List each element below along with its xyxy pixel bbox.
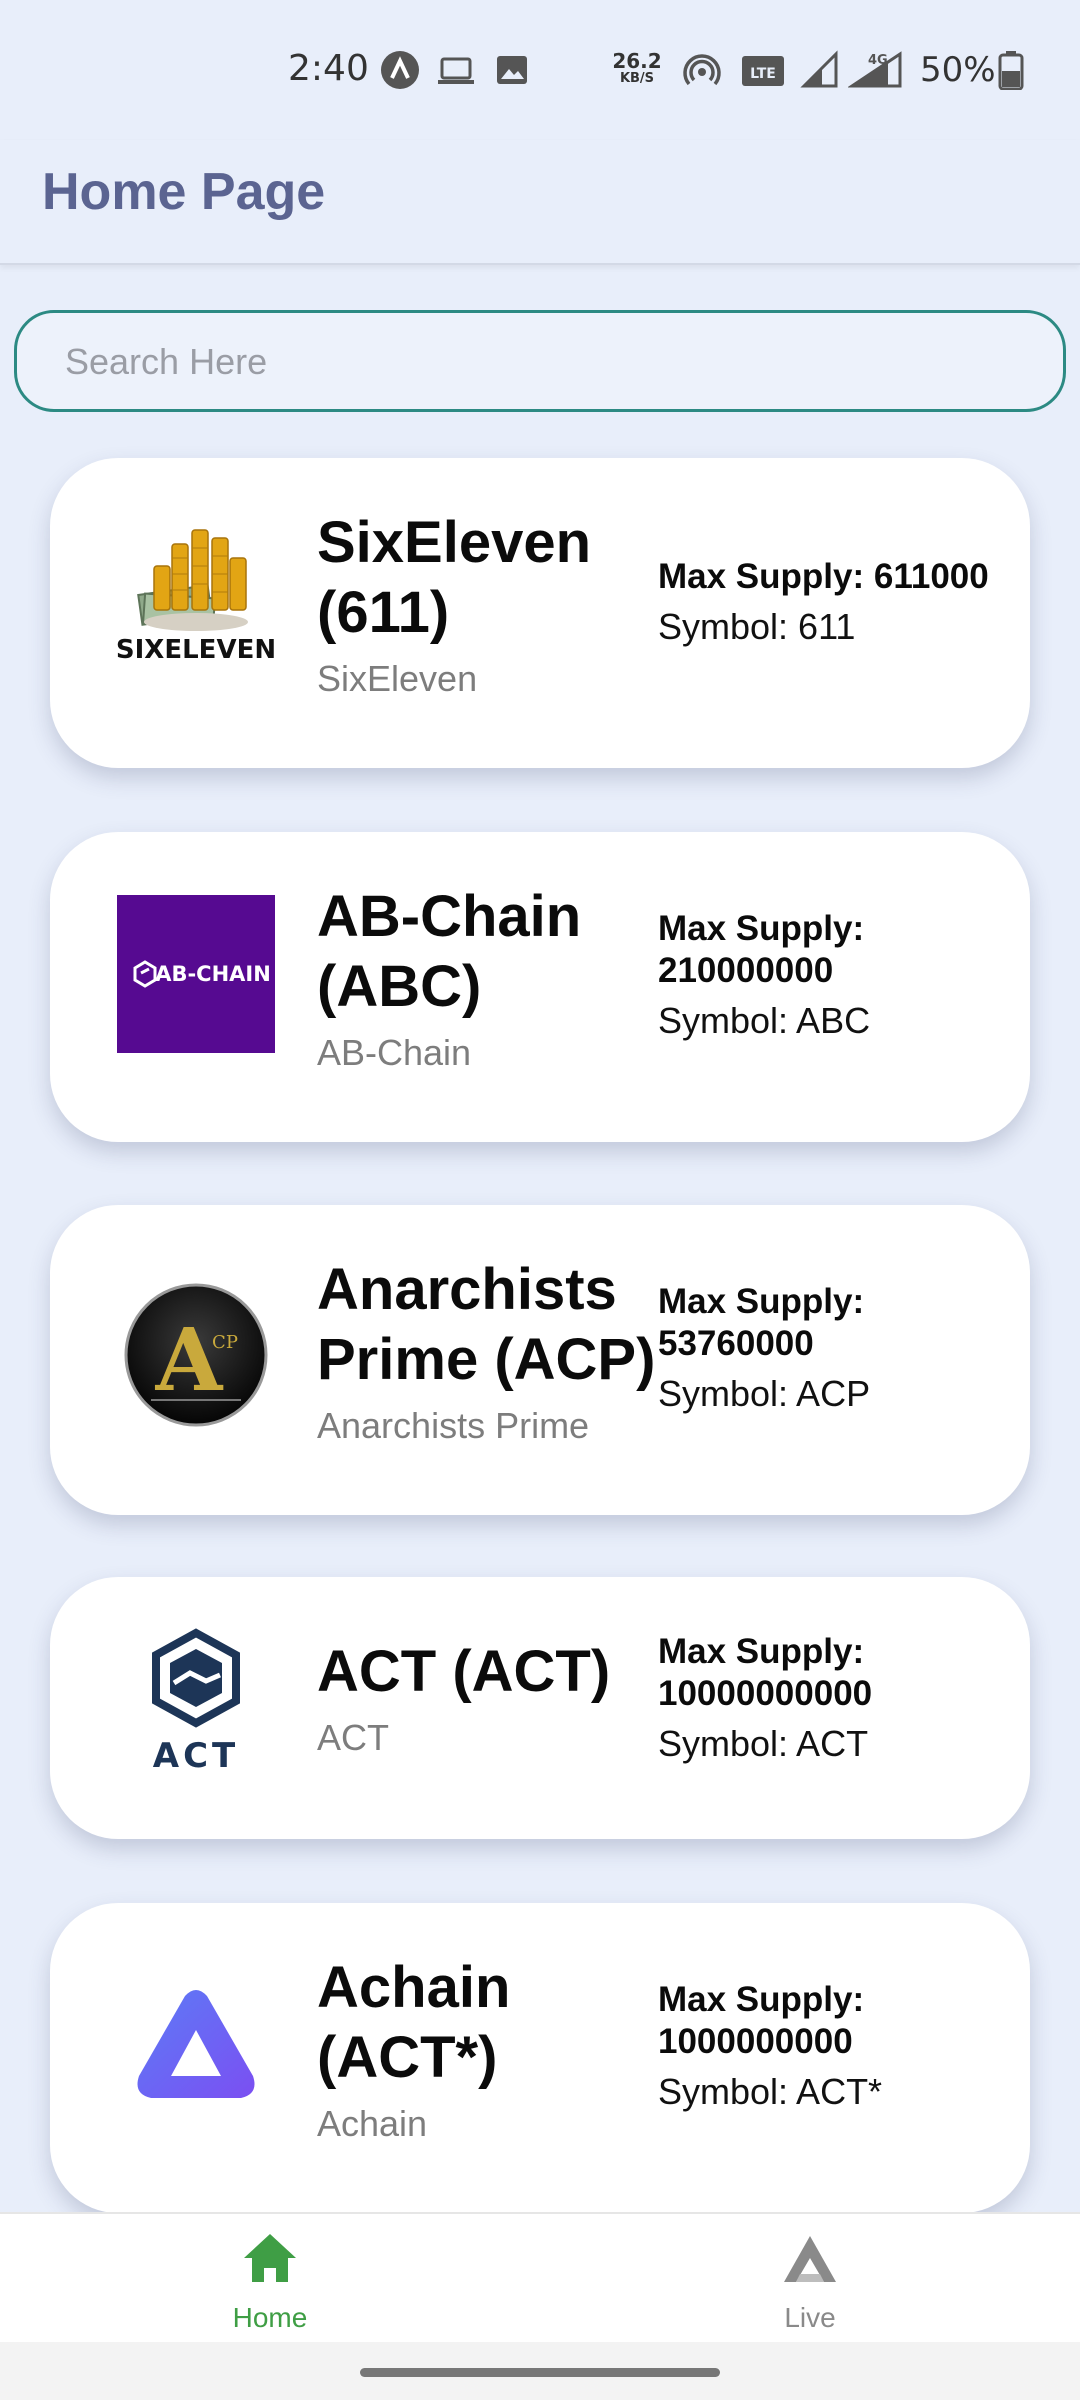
volte-icon: LTE xyxy=(740,50,786,95)
svg-text:CP: CP xyxy=(212,1332,238,1353)
coin-card-anarchists-prime[interactable]: A CP Anarchists Prime (ACP) Anarchists P… xyxy=(50,1205,1030,1515)
search-box[interactable] xyxy=(14,310,1066,412)
nav-home[interactable]: Home xyxy=(170,2214,370,2344)
coin-max-supply: Max Supply: 210000000 xyxy=(658,909,865,990)
signal-4g-icon: 4G xyxy=(847,50,904,95)
coin-max-supply: Max Supply: 1000000000 xyxy=(658,1980,865,2061)
coin-name: SixEleven (611) xyxy=(317,510,592,645)
coin-subtitle: SixEleven xyxy=(317,658,478,699)
coin-subtitle: Anarchists Prime xyxy=(317,1405,590,1446)
coin-name: ACT (ACT) xyxy=(317,1639,611,1704)
coin-name: Anarchists Prime (ACP) xyxy=(317,1257,656,1392)
coin-max-supply: Max Supply: 10000000000 xyxy=(658,1632,873,1713)
svg-text:A: A xyxy=(155,1310,224,1411)
coin-card-achain[interactable]: Achain (ACT*) Achain Max Supply: 1000000… xyxy=(50,1903,1030,2213)
svg-text:SIXELEVEN: SIXELEVEN xyxy=(116,635,276,665)
achain-logo xyxy=(116,1971,276,2131)
coin-max-supply: Max Supply: 611000 xyxy=(658,557,989,596)
search-input[interactable] xyxy=(65,337,1015,387)
coin-symbol: Symbol: ACT* xyxy=(658,2071,883,2112)
ab-chain-logo: AB-CHAIN xyxy=(116,894,276,1054)
laptop-icon xyxy=(436,50,476,95)
home-icon xyxy=(240,2230,300,2295)
coin-subtitle: ACT xyxy=(317,1717,389,1758)
image-icon xyxy=(492,50,532,95)
coin-name: Achain (ACT*) xyxy=(317,1955,511,2090)
coin-card-sixeleven[interactable]: SIXELEVEN SixEleven (611) SixEleven Max … xyxy=(50,458,1030,768)
nav-live-label: Live xyxy=(784,2302,836,2333)
sixeleven-logo: SIXELEVEN xyxy=(116,518,276,678)
act-logo: ACT xyxy=(116,1627,276,1787)
live-icon xyxy=(780,2230,840,2295)
coin-subtitle: Achain xyxy=(317,2103,428,2144)
gesture-handle[interactable] xyxy=(360,2368,720,2377)
coin-symbol: Symbol: ACT xyxy=(658,1723,869,1764)
nav-live[interactable]: Live xyxy=(710,2214,910,2344)
svg-text:ACT: ACT xyxy=(153,1736,239,1776)
gesture-area xyxy=(0,2342,1080,2400)
app-header: Home Page xyxy=(0,140,1080,265)
coin-symbol: Symbol: 611 xyxy=(658,606,856,647)
network-speed: 26.2 KB/S xyxy=(612,49,662,86)
svg-text:AB-CHAIN: AB-CHAIN xyxy=(155,962,271,986)
coin-name: AB-Chain (ABC) xyxy=(317,884,582,1019)
status-bar: 2:40 26.2 KB/S LTE 4G 50% xyxy=(0,0,1080,140)
coin-card-ab-chain[interactable]: AB-CHAIN AB-Chain (ABC) AB-Chain Max Sup… xyxy=(50,832,1030,1142)
signal-icon xyxy=(800,50,840,95)
hotspot-icon xyxy=(682,50,722,95)
app-notification-icon xyxy=(380,50,420,95)
coin-card-act[interactable]: ACT ACT (ACT) ACT Max Supply: 1000000000… xyxy=(50,1577,1030,1839)
coin-max-supply: Max Supply: 53760000 xyxy=(658,1282,865,1363)
svg-text:LTE: LTE xyxy=(750,66,776,82)
battery-percent: 50% xyxy=(920,50,996,90)
anarchists-prime-logo: A CP xyxy=(116,1275,276,1435)
coin-symbol: Symbol: ACP xyxy=(658,1373,871,1414)
page-title: Home Page xyxy=(42,163,326,221)
bottom-navigation: Home Live xyxy=(0,2212,1080,2342)
status-time: 2:40 xyxy=(288,48,369,89)
coin-symbol: Symbol: ABC xyxy=(658,1000,871,1041)
nav-home-label: Home xyxy=(232,2302,308,2333)
coin-subtitle: AB-Chain xyxy=(317,1032,472,1073)
battery-icon xyxy=(998,50,1024,95)
